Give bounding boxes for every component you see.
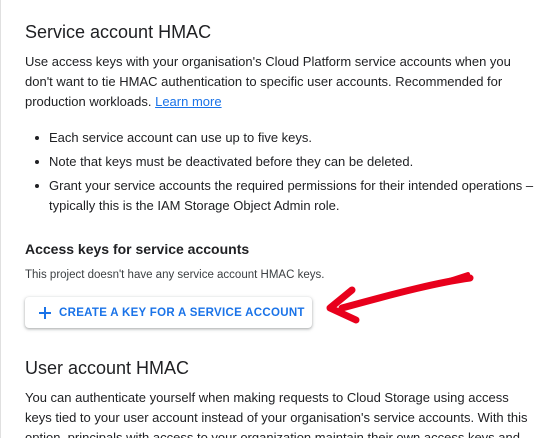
service-account-notes-list: Each service account can use up to five … [25,128,535,220]
arrow-shaft [338,274,474,312]
red-arrow-annotation [326,272,474,324]
access-keys-title: Access keys for service accounts [25,241,250,257]
list-item-text: Grant your service accounts the required… [49,178,534,213]
bullet-dot [35,136,39,140]
service-account-hmac-title: Service account HMAC [25,22,212,42]
left-divider [0,0,1,438]
bullet-dot [35,160,39,164]
user-account-hmac-title: User account HMAC [25,358,190,378]
plus-icon [38,306,52,320]
user-account-intro: You can authenticate yourself when makin… [25,390,528,438]
list-item-text: Each service account can use up to five … [49,130,313,145]
learn-more-link[interactable]: Learn more [155,94,221,109]
create-key-button-label: CREATE A KEY FOR A SERVICE ACCOUNT [59,306,305,319]
create-service-account-key-button[interactable]: CREATE A KEY FOR A SERVICE ACCOUNT [25,297,312,328]
list-item: Each service account can use up to five … [25,128,535,148]
service-account-intro-text: Use access keys with your organisation's… [25,54,511,109]
service-account-intro: Use access keys with your organisation's… [25,52,533,112]
empty-keys-message: This project doesn't have any service ac… [25,269,325,281]
list-item-text: Note that keys must be deactivated befor… [49,154,414,169]
list-item: Grant your service accounts the required… [25,176,535,216]
list-item: Note that keys must be deactivated befor… [25,152,535,172]
bullet-dot [35,184,39,188]
